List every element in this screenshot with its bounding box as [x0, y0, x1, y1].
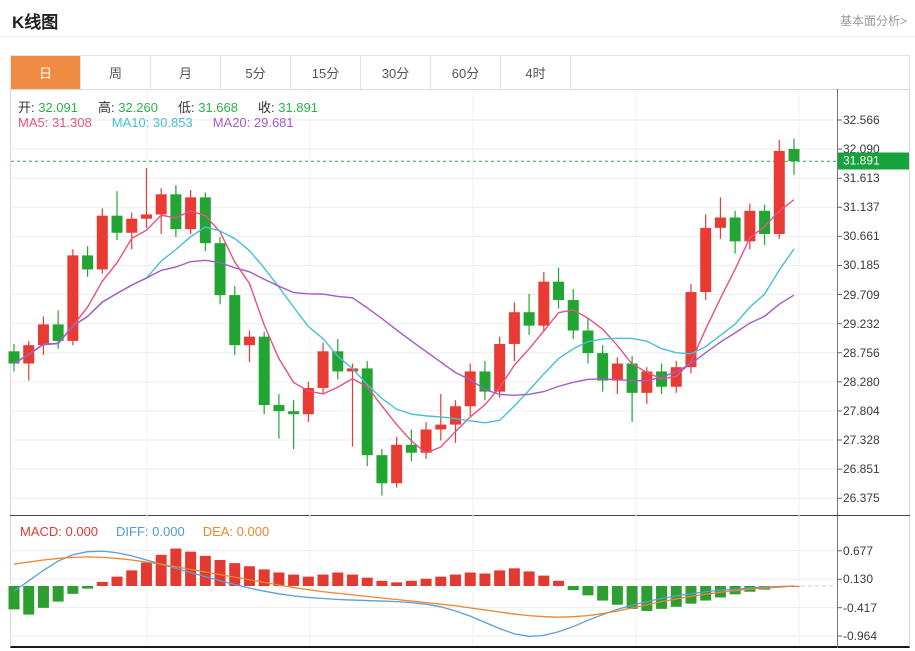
price-tick-label: 29.232	[843, 317, 880, 331]
info-item: DIFF: 0.000	[116, 524, 185, 539]
price-tick-label: 27.804	[843, 404, 880, 418]
ma-info-row: MA5: 31.308 MA10: 30.853 MA20: 29.681	[18, 115, 294, 130]
macd-tick-label: 0.677	[843, 544, 873, 558]
info-item: MA5: 31.308	[18, 115, 92, 130]
macd-info-row: MACD: 0.000 DIFF: 0.000 DEA: 0.000	[20, 524, 269, 539]
last-price-tag: 31.891	[838, 153, 909, 170]
fundamental-analysis-link[interactable]: 基本面分析>	[840, 12, 907, 29]
tab-30分[interactable]: 30分	[361, 56, 431, 89]
price-tick-label: 32.566	[843, 113, 880, 127]
info-item: MA20: 29.681	[213, 115, 294, 130]
tab-5分[interactable]: 5分	[221, 56, 291, 89]
price-tick-label: 28.280	[843, 375, 880, 389]
price-tick-label: 30.661	[843, 229, 880, 243]
info-item: MACD: 0.000	[20, 524, 98, 539]
price-tick-label: 27.328	[843, 433, 880, 447]
price-tick-label: 30.185	[843, 258, 880, 272]
price-tick-label: 28.756	[843, 346, 880, 360]
macd-tick-label: -0.417	[843, 601, 877, 615]
tab-日[interactable]: 日	[11, 56, 81, 89]
tab-周[interactable]: 周	[81, 56, 151, 89]
price-tick-label: 26.375	[843, 491, 880, 505]
info-item: 开: 32.091	[18, 97, 78, 116]
tab-月[interactable]: 月	[151, 56, 221, 89]
tabbar-filler	[571, 56, 909, 89]
price-tick-label: 31.613	[843, 171, 880, 185]
info-item: MA10: 30.853	[112, 115, 193, 130]
price-tick-label: 29.709	[843, 288, 880, 302]
info-item: 高: 32.260	[98, 97, 158, 116]
info-item: 低: 31.668	[178, 97, 238, 116]
ohlc-info-row: 开: 32.091 高: 32.260 低: 31.668 收: 31.891	[18, 97, 318, 116]
tab-4时[interactable]: 4时	[501, 56, 571, 89]
macd-tick-label: -0.964	[843, 629, 877, 643]
kline-app: K线图 基本面分析> 日周月5分15分30分60分4时 开: 32.091 高: …	[0, 0, 915, 651]
info-item: 收: 31.891	[258, 97, 318, 116]
price-axis-line	[837, 89, 838, 648]
page-title: K线图	[12, 8, 58, 33]
header-divider	[0, 36, 915, 37]
period-tabbar: 日周月5分15分30分60分4时	[10, 55, 910, 89]
chart-container[interactable]	[10, 89, 910, 648]
tab-60分[interactable]: 60分	[431, 56, 501, 89]
price-tick-label: 26.851	[843, 462, 880, 476]
tab-15分[interactable]: 15分	[291, 56, 361, 89]
price-tick-label: 31.137	[843, 200, 880, 214]
info-item: DEA: 0.000	[203, 524, 270, 539]
panel-separator	[10, 515, 910, 516]
macd-tick-label: 0.130	[843, 572, 873, 586]
